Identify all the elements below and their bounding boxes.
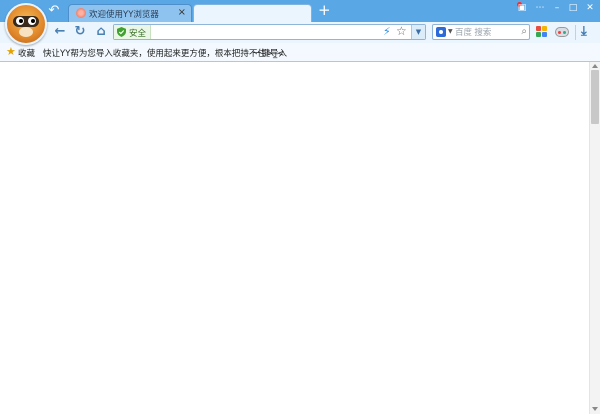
yy-browser-logo-icon[interactable] bbox=[5, 3, 47, 45]
back-button[interactable]: ← bbox=[52, 24, 68, 40]
scroll-up-arrow-icon[interactable] bbox=[592, 64, 598, 68]
navigation-toolbar: ← ↻ ⌂ 安全 ⚡ ☆ ▼ ▼ ⌕ bbox=[0, 22, 600, 44]
browser-window: ↶ 欢迎使用YY浏览器 × + ▣ ⋯ – □ ✕ ← ↻ ⌂ 安全 ⚡ ☆ ▼… bbox=[0, 0, 600, 414]
new-tab-button[interactable]: + bbox=[318, 3, 331, 18]
logo-snout bbox=[19, 27, 33, 37]
page-content[interactable] bbox=[0, 62, 589, 414]
scrollbar-thumb[interactable] bbox=[591, 70, 599, 124]
apps-icon[interactable] bbox=[536, 26, 548, 38]
home-button[interactable]: ⌂ bbox=[93, 24, 109, 40]
lightning-icon[interactable]: ⚡ bbox=[383, 26, 391, 38]
download-icon[interactable]: ⤓ bbox=[581, 24, 587, 40]
security-badge[interactable]: 安全 bbox=[114, 25, 151, 39]
import-hint-text: 快让YY帮为您导入收藏夹，使用起来更方便，根本把持不住>_< bbox=[43, 49, 285, 59]
search-input[interactable] bbox=[455, 26, 515, 38]
address-bar[interactable]: 安全 ⚡ ☆ ▼ bbox=[113, 24, 426, 40]
logo-eye bbox=[28, 17, 36, 25]
logo-eye bbox=[16, 17, 24, 25]
minimize-button[interactable]: – bbox=[549, 2, 565, 15]
chevron-down-icon[interactable]: ▼ bbox=[448, 26, 453, 38]
apps-tile bbox=[536, 32, 541, 37]
baidu-icon[interactable] bbox=[436, 27, 446, 37]
maximize-button[interactable]: □ bbox=[565, 2, 581, 15]
apps-tile bbox=[542, 26, 547, 31]
tab-strip: ↶ 欢迎使用YY浏览器 × + ▣ ⋯ – □ ✕ bbox=[0, 0, 600, 22]
search-box[interactable]: ▼ ⌕ bbox=[432, 24, 530, 40]
toolbar-divider bbox=[575, 25, 576, 40]
close-button[interactable]: ✕ bbox=[582, 2, 598, 15]
tab-welcome[interactable]: 欢迎使用YY浏览器 × bbox=[68, 4, 192, 22]
scroll-down-arrow-icon[interactable] bbox=[592, 407, 598, 411]
favorites-button[interactable]: 收藏 bbox=[18, 47, 35, 59]
tab-favicon-icon bbox=[76, 8, 86, 18]
tab-close-icon[interactable]: × bbox=[178, 7, 186, 19]
tab-title: 欢迎使用YY浏览器 bbox=[89, 10, 159, 20]
refresh-button[interactable]: ↻ bbox=[72, 24, 88, 40]
menu-icon[interactable]: ⋯ bbox=[532, 2, 548, 15]
url-input[interactable] bbox=[154, 26, 374, 38]
apps-tile bbox=[536, 26, 541, 31]
search-icon[interactable]: ⌕ bbox=[521, 25, 527, 39]
vertical-scrollbar[interactable] bbox=[589, 62, 600, 414]
address-dropdown-button[interactable]: ▼ bbox=[411, 25, 425, 39]
one-click-import-link[interactable]: 一键导入 bbox=[253, 47, 287, 59]
bookmarks-bar: ★ 收藏 快让YY帮为您导入收藏夹，使用起来更方便，根本把持不住>_< 一键导入 bbox=[0, 43, 600, 62]
security-label: 安全 bbox=[129, 29, 147, 39]
skin-icon[interactable]: ▣ bbox=[514, 2, 530, 15]
bookmark-star-icon[interactable]: ☆ bbox=[396, 25, 407, 38]
undo-close-tab-icon[interactable]: ↶ bbox=[47, 4, 61, 18]
tab-blank-active[interactable] bbox=[193, 4, 312, 22]
favorites-star-icon[interactable]: ★ bbox=[6, 46, 16, 57]
shield-icon bbox=[117, 27, 126, 37]
apps-tile bbox=[542, 32, 547, 37]
gamepad-icon[interactable] bbox=[555, 27, 569, 37]
